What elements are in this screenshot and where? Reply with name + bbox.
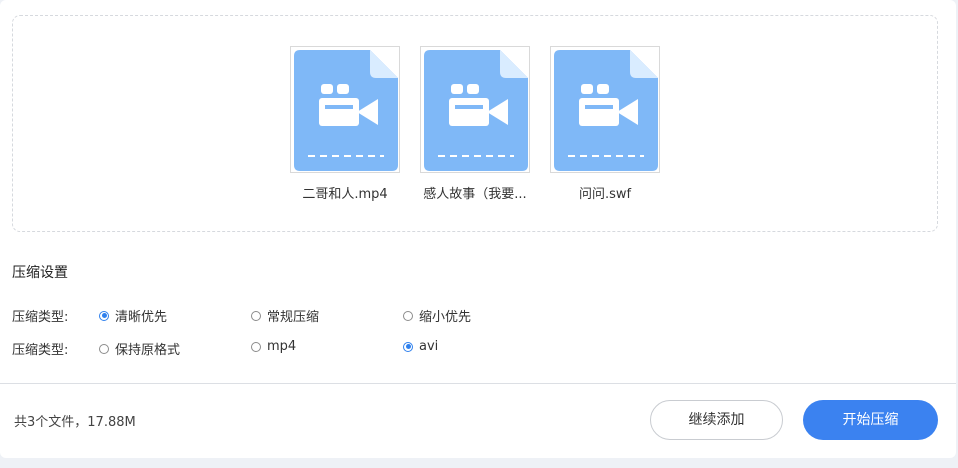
radio-label: mp4 bbox=[267, 339, 297, 354]
file-item[interactable]: 二哥和人.mp4 bbox=[290, 46, 402, 206]
file-thumbnail bbox=[550, 46, 660, 173]
radio-label: 清晰优先 bbox=[115, 310, 168, 325]
file-thumbnail bbox=[420, 46, 530, 173]
compress-type-row: 压缩类型: 清晰优先 常规压缩 缩小优先 bbox=[12, 306, 612, 325]
video-file-icon bbox=[424, 50, 528, 171]
radio-dot[interactable] bbox=[99, 343, 109, 354]
file-item[interactable]: 感人故事（我要... bbox=[420, 46, 532, 206]
file-drop-area[interactable]: 二哥和人.mp4 感人故事（我要... 问问.swf bbox=[12, 15, 938, 232]
file-summary: 共3个文件，17.88M bbox=[14, 415, 136, 430]
radio-size-first[interactable]: 缩小优先 bbox=[403, 306, 471, 325]
file-item[interactable]: 问问.swf bbox=[550, 46, 662, 206]
video-file-icon bbox=[294, 50, 398, 171]
radio-dot[interactable] bbox=[251, 341, 261, 352]
radio-label: 缩小优先 bbox=[419, 310, 472, 325]
file-name: 感人故事（我要... bbox=[423, 187, 527, 202]
radio-dot-checked[interactable] bbox=[99, 310, 109, 321]
settings-title: 压缩设置 bbox=[12, 265, 68, 281]
format-type-row: 压缩类型: 保持原格式 mp4 avi bbox=[12, 339, 612, 358]
continue-add-button[interactable]: 继续添加 bbox=[650, 400, 783, 440]
radio-dot[interactable] bbox=[403, 310, 413, 321]
radio-normal-compress[interactable]: 常规压缩 bbox=[251, 306, 319, 325]
radio-keep-format[interactable]: 保持原格式 bbox=[99, 339, 180, 358]
format-type-label: 压缩类型: bbox=[12, 343, 69, 358]
file-thumbnail bbox=[290, 46, 400, 173]
radio-label: 保持原格式 bbox=[115, 343, 181, 358]
footer-divider bbox=[0, 383, 956, 384]
radio-dot[interactable] bbox=[251, 310, 261, 321]
compress-type-label: 压缩类型: bbox=[12, 310, 69, 325]
radio-mp4[interactable]: mp4 bbox=[251, 339, 296, 354]
file-name: 问问.swf bbox=[578, 187, 632, 202]
radio-label: 常规压缩 bbox=[267, 310, 320, 325]
main-panel: 二哥和人.mp4 感人故事（我要... 问问.swf 压缩设置 压缩类型: 清晰… bbox=[0, 0, 956, 458]
radio-dot-checked[interactable] bbox=[403, 341, 413, 352]
radio-avi[interactable]: avi bbox=[403, 339, 438, 354]
radio-label: avi bbox=[419, 339, 439, 354]
video-file-icon bbox=[554, 50, 658, 171]
start-compress-button[interactable]: 开始压缩 bbox=[803, 400, 938, 440]
file-name: 二哥和人.mp4 bbox=[302, 187, 388, 202]
radio-clarity-first[interactable]: 清晰优先 bbox=[99, 306, 167, 325]
